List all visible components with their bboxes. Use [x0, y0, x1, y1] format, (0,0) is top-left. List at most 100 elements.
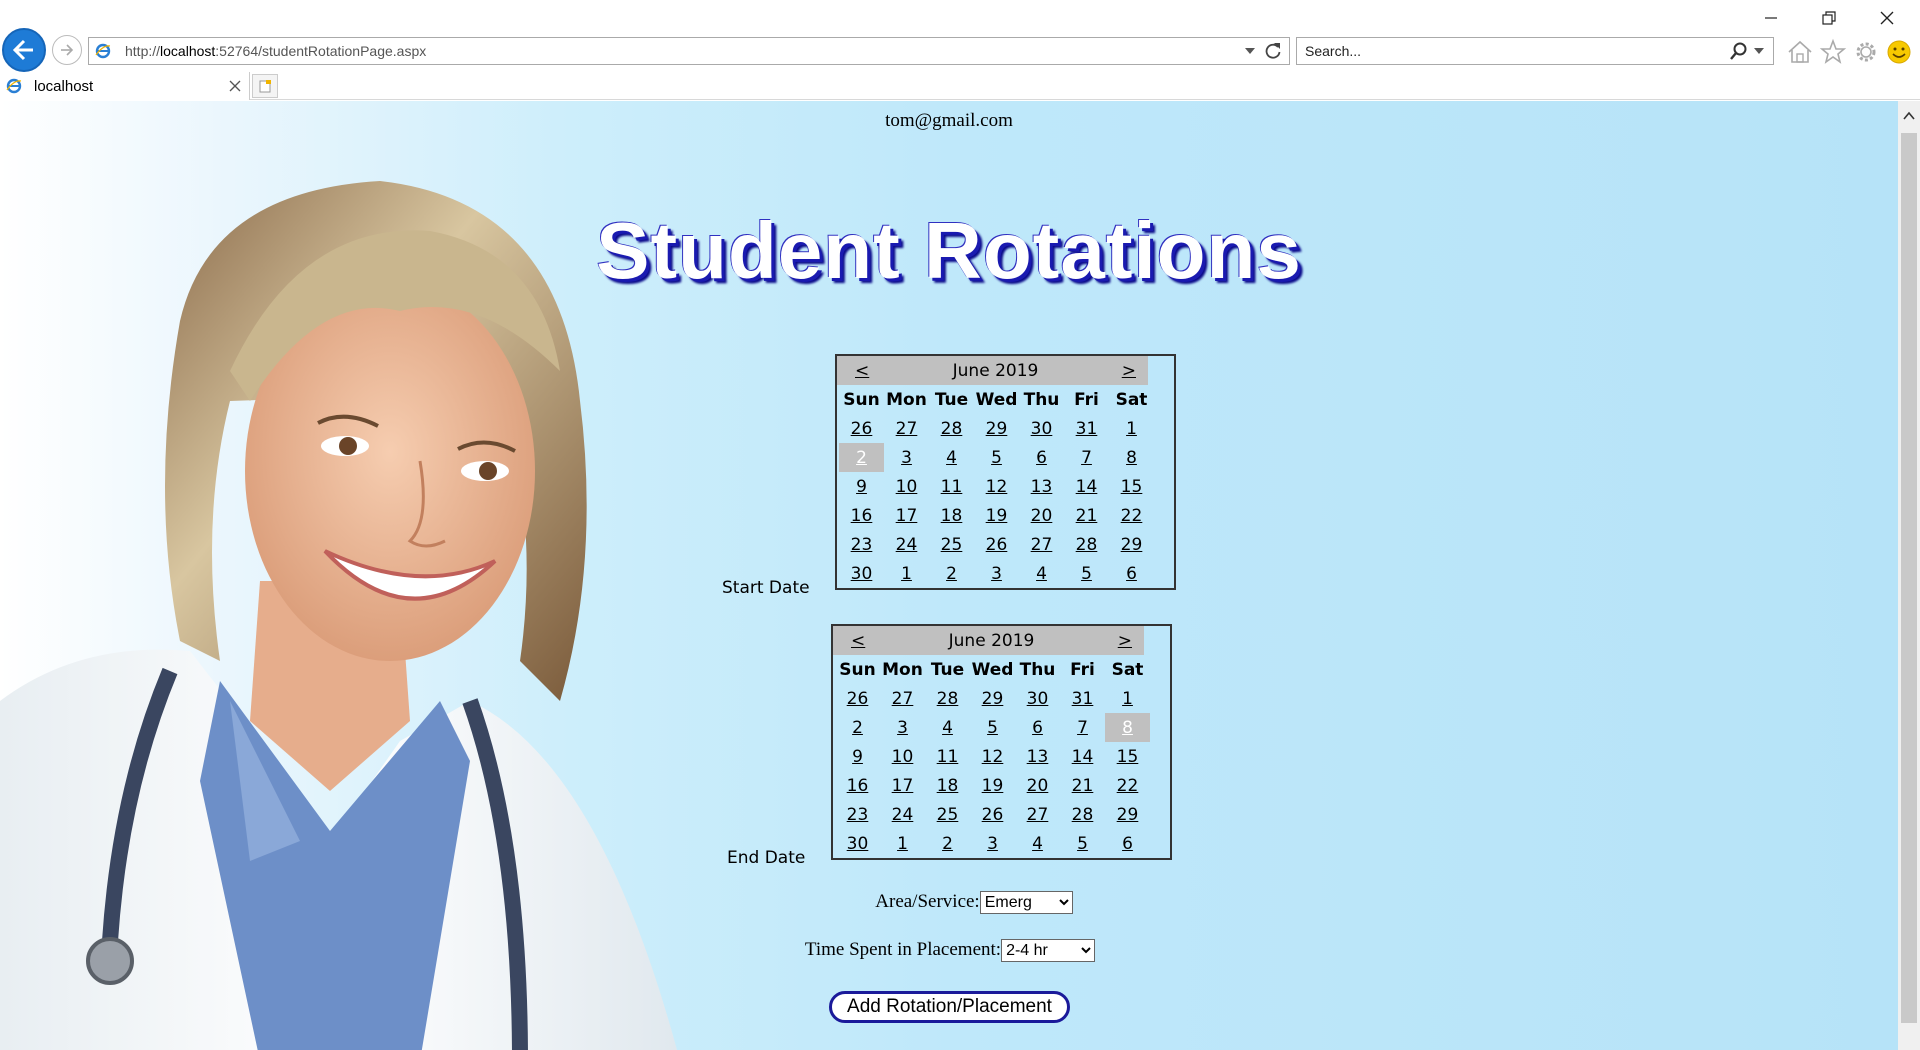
add-rotation-button[interactable]: Add Rotation/Placement	[829, 991, 1070, 1023]
calendar-day[interactable]: 2	[835, 713, 880, 742]
calendar-day[interactable]: 26	[974, 530, 1019, 559]
calendar-day[interactable]: 27	[1019, 530, 1064, 559]
calendar-day[interactable]: 26	[839, 414, 884, 443]
new-tab-button[interactable]	[252, 74, 278, 98]
calendar-day[interactable]: 3	[974, 559, 1019, 588]
calendar-day[interactable]: 5	[1064, 559, 1109, 588]
calendar-day[interactable]: 6	[1105, 829, 1150, 858]
calendar-day[interactable]: 12	[970, 742, 1015, 771]
calendar-day[interactable]: 16	[839, 501, 884, 530]
vertical-scrollbar[interactable]	[1898, 101, 1920, 1050]
calendar-day[interactable]: 1	[1109, 414, 1154, 443]
calendar-day[interactable]: 23	[835, 800, 880, 829]
prev-month-link[interactable]: <	[855, 361, 869, 381]
close-window-icon[interactable]	[1872, 6, 1902, 30]
scrollbar-thumb[interactable]	[1901, 133, 1917, 1023]
calendar-day[interactable]: 8	[1109, 443, 1154, 472]
calendar-day[interactable]: 27	[880, 684, 925, 713]
calendar-day[interactable]: 10	[884, 472, 929, 501]
next-month-link[interactable]: >	[1122, 361, 1136, 381]
favorites-star-icon[interactable]	[1819, 38, 1847, 66]
next-month-link[interactable]: >	[1118, 631, 1132, 651]
calendar-day[interactable]: 16	[835, 771, 880, 800]
calendar-day[interactable]: 17	[880, 771, 925, 800]
tab-localhost[interactable]: localhost	[0, 72, 250, 100]
calendar-day[interactable]: 27	[1015, 800, 1060, 829]
calendar-day[interactable]: 4	[929, 443, 974, 472]
address-bar[interactable]: http://localhost:52764/studentRotationPa…	[88, 37, 1290, 65]
calendar-day[interactable]: 23	[839, 530, 884, 559]
calendar-day[interactable]: 7	[1060, 713, 1105, 742]
calendar-day[interactable]: 19	[970, 771, 1015, 800]
calendar-day[interactable]: 3	[884, 443, 929, 472]
calendar-day[interactable]: 25	[925, 800, 970, 829]
calendar-day[interactable]: 5	[1060, 829, 1105, 858]
calendar-day[interactable]: 29	[1105, 800, 1150, 829]
calendar-day[interactable]: 6	[1019, 443, 1064, 472]
calendar-day[interactable]: 3	[970, 829, 1015, 858]
time-spent-select[interactable]: 2-4 hr	[1001, 939, 1096, 963]
gear-icon[interactable]	[1852, 38, 1880, 66]
search-box[interactable]	[1296, 37, 1774, 65]
calendar-day[interactable]: 30	[835, 829, 880, 858]
calendar-day[interactable]: 7	[1064, 443, 1109, 472]
smiley-feedback-icon[interactable]	[1885, 38, 1913, 66]
calendar-day[interactable]: 26	[835, 684, 880, 713]
calendar-day[interactable]: 27	[884, 414, 929, 443]
calendar-day[interactable]: 12	[974, 472, 1019, 501]
calendar-day[interactable]: 2	[839, 443, 884, 472]
calendar-day[interactable]: 30	[1015, 684, 1060, 713]
chevron-down-icon[interactable]	[1243, 46, 1257, 56]
calendar-day[interactable]: 4	[1015, 829, 1060, 858]
calendar-day[interactable]: 17	[884, 501, 929, 530]
tab-close-button[interactable]	[225, 76, 245, 96]
calendar-day[interactable]: 5	[970, 713, 1015, 742]
chevron-down-icon[interactable]	[1753, 46, 1765, 56]
search-icon[interactable]	[1729, 41, 1749, 61]
calendar-day[interactable]: 10	[880, 742, 925, 771]
refresh-icon[interactable]	[1263, 41, 1283, 61]
calendar-day[interactable]: 14	[1064, 472, 1109, 501]
calendar-day[interactable]: 4	[1019, 559, 1064, 588]
calendar-day[interactable]: 28	[1064, 530, 1109, 559]
restore-icon[interactable]	[1814, 6, 1844, 30]
calendar-day[interactable]: 28	[925, 684, 970, 713]
search-input[interactable]	[1297, 43, 1729, 59]
calendar-day[interactable]: 31	[1060, 684, 1105, 713]
calendar-day[interactable]: 22	[1105, 771, 1150, 800]
calendar-day[interactable]: 9	[835, 742, 880, 771]
forward-button[interactable]	[52, 35, 82, 65]
calendar-day[interactable]: 28	[929, 414, 974, 443]
calendar-day[interactable]: 4	[925, 713, 970, 742]
home-icon[interactable]	[1786, 38, 1814, 66]
calendar-day[interactable]: 20	[1015, 771, 1060, 800]
calendar-day[interactable]: 2	[925, 829, 970, 858]
back-button[interactable]	[2, 28, 46, 72]
calendar-day[interactable]: 29	[970, 684, 1015, 713]
calendar-day[interactable]: 24	[880, 800, 925, 829]
calendar-day[interactable]: 9	[839, 472, 884, 501]
calendar-day[interactable]: 28	[1060, 800, 1105, 829]
calendar-day[interactable]: 1	[884, 559, 929, 588]
calendar-day[interactable]: 11	[925, 742, 970, 771]
calendar-day[interactable]: 31	[1064, 414, 1109, 443]
calendar-day[interactable]: 1	[1105, 684, 1150, 713]
calendar-day[interactable]: 13	[1015, 742, 1060, 771]
calendar-day[interactable]: 20	[1019, 501, 1064, 530]
calendar-day[interactable]: 21	[1064, 501, 1109, 530]
calendar-day[interactable]: 1	[880, 829, 925, 858]
calendar-day[interactable]: 13	[1019, 472, 1064, 501]
url-text[interactable]: http://localhost:52764/studentRotationPa…	[125, 43, 1243, 59]
calendar-day[interactable]: 8	[1105, 713, 1150, 742]
calendar-day[interactable]: 22	[1109, 501, 1154, 530]
calendar-day[interactable]: 19	[974, 501, 1019, 530]
calendar-day[interactable]: 21	[1060, 771, 1105, 800]
calendar-day[interactable]: 26	[970, 800, 1015, 829]
calendar-day[interactable]: 15	[1105, 742, 1150, 771]
calendar-day[interactable]: 30	[839, 559, 884, 588]
calendar-day[interactable]: 5	[974, 443, 1019, 472]
scroll-up-icon[interactable]	[1902, 109, 1916, 123]
calendar-day[interactable]: 6	[1015, 713, 1060, 742]
calendar-day[interactable]: 14	[1060, 742, 1105, 771]
calendar-day[interactable]: 30	[1019, 414, 1064, 443]
